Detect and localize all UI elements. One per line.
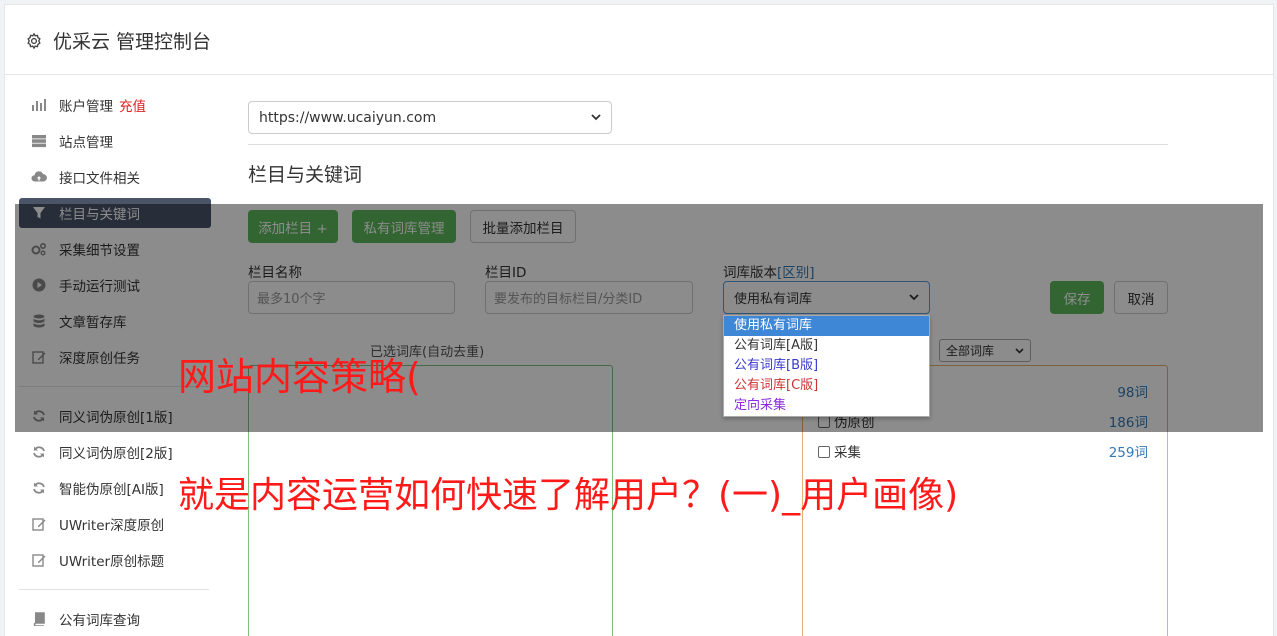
- refresh-icon: [31, 480, 47, 496]
- divider: [248, 144, 1168, 145]
- book-icon: [31, 611, 47, 627]
- sidebar-item-label: UWriter原创标题: [59, 554, 165, 570]
- dropdown-option[interactable]: 定向采集: [724, 396, 929, 416]
- dropdown-option[interactable]: 公有词库[A版]: [724, 336, 929, 356]
- refresh-icon: [31, 444, 47, 460]
- section-title: 栏目与关键词: [248, 164, 363, 186]
- lib-checkbox[interactable]: [818, 446, 830, 458]
- top-bar: 优采云 管理控制台: [5, 5, 1273, 75]
- gear-icon: [27, 32, 41, 49]
- site-select-value: https://www.ucaiyun.com: [259, 109, 437, 126]
- sidebar-item-uwriter-title[interactable]: UWriter原创标题: [19, 545, 211, 575]
- lib-row-count[interactable]: 259词: [1109, 441, 1148, 461]
- sidebar-item-label: 站点管理: [59, 135, 113, 151]
- sidebar-item-public-lib-query[interactable]: 公有词库查询: [19, 604, 211, 634]
- dropdown-option[interactable]: 使用私有词库: [724, 316, 929, 336]
- dropdown-option[interactable]: 公有词库[B版]: [724, 356, 929, 376]
- sidebar-item-label: 智能伪原创[AI版]: [59, 482, 164, 498]
- lib-version-dropdown: 使用私有词库 公有词库[A版] 公有词库[B版] 公有词库[C版] 定向采集: [723, 315, 930, 417]
- brand[interactable]: 优采云 管理控制台: [25, 27, 211, 54]
- sidebar-item-label: 接口文件相关: [59, 171, 140, 187]
- cloud-upload-icon: [31, 169, 47, 185]
- site-select[interactable]: https://www.ucaiyun.com: [248, 101, 612, 134]
- server-icon: [31, 133, 47, 149]
- lib-row-label: 采集: [834, 445, 861, 461]
- banner-line-1: 网站内容策略(: [178, 355, 421, 399]
- sidebar-item-label: 公有词库查询: [59, 613, 140, 629]
- sidebar-item-label: UWriter深度原创: [59, 518, 165, 534]
- sidebar-item-sites[interactable]: 站点管理: [19, 126, 211, 156]
- banner-line-2: 就是内容运营如何快速了解用户？(一)_用户画像): [178, 475, 959, 516]
- sidebar-item-synonym-v2[interactable]: 同义词伪原创[2版]: [19, 437, 211, 467]
- chevron-down-icon: [591, 114, 601, 121]
- sidebar-divider: [19, 589, 209, 590]
- edit-icon: [31, 516, 47, 532]
- app-title: 优采云 管理控制台: [53, 31, 212, 53]
- edit-icon: [31, 552, 47, 568]
- sidebar-item-label: 同义词伪原创[2版]: [59, 446, 173, 462]
- sidebar-item-label: 账户管理: [59, 99, 113, 115]
- bar-chart-icon: [31, 97, 47, 113]
- lib-row[interactable]: 采集 259词: [818, 440, 1148, 462]
- dropdown-option[interactable]: 公有词库[C版]: [724, 376, 929, 396]
- sidebar-item-interface-files[interactable]: 接口文件相关: [19, 162, 211, 192]
- recharge-link[interactable]: 充值: [119, 95, 146, 115]
- sidebar-item-account[interactable]: 账户管理 充值: [19, 90, 211, 120]
